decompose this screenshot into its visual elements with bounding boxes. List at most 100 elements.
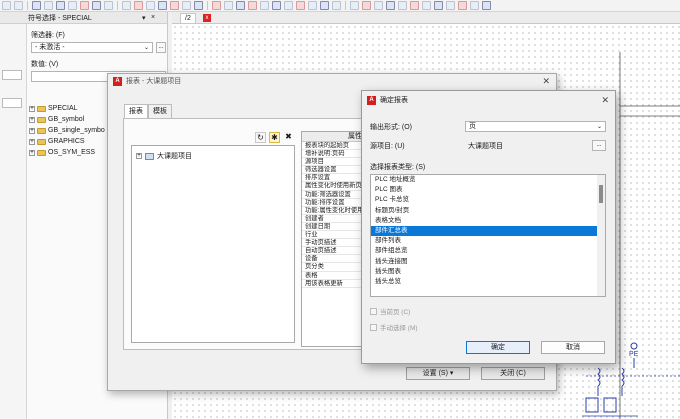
expand-icon[interactable]: + [136, 153, 142, 159]
toolbar-button[interactable] [422, 1, 431, 10]
property-row[interactable]: 行业 [302, 231, 364, 240]
toolbar-button[interactable] [398, 1, 407, 10]
toolbar-button[interactable] [68, 1, 77, 10]
tree-item[interactable]: + GB_symbol [29, 114, 105, 125]
toolbar-button[interactable] [260, 1, 269, 10]
list-item[interactable]: 插头图表 [371, 267, 597, 277]
list-item[interactable]: 插头连接图 [371, 257, 597, 267]
property-row[interactable]: 手动页描述 [302, 239, 364, 248]
list-item[interactable]: 部件列表 [371, 236, 597, 246]
close-icon[interactable]: ✕ [542, 76, 550, 87]
property-row[interactable]: 页分类 [302, 263, 364, 272]
toolbar-button[interactable] [146, 1, 155, 10]
list-item[interactable]: PLC 地址概览 [371, 175, 597, 185]
output-form-select[interactable]: 页 ⌄ [465, 121, 606, 132]
delete-icon[interactable]: ✖ [283, 132, 294, 143]
toolbar-button[interactable] [104, 1, 113, 10]
tree-item[interactable]: + GB_single_symbo [29, 125, 105, 136]
toolbar-button[interactable] [470, 1, 479, 10]
panel-close-icon[interactable]: × [151, 14, 155, 21]
toolbar-button[interactable] [92, 1, 101, 10]
list-item[interactable]: 标题页/封页 [371, 206, 597, 216]
toolbar-button[interactable] [44, 1, 53, 10]
toolbar-button[interactable] [350, 1, 359, 10]
new-report-icon[interactable]: ✱ [269, 132, 280, 143]
property-row[interactable]: 表格 [302, 271, 364, 280]
tab-reports[interactable]: 报表 [124, 104, 148, 118]
expand-icon[interactable]: + [29, 149, 35, 156]
toolbar-button[interactable] [56, 1, 65, 10]
property-row[interactable]: 自动页描述 [302, 247, 364, 256]
current-page-checkbox[interactable]: 当前页 (C) [370, 306, 410, 316]
toolbar-button[interactable] [14, 1, 23, 10]
expand-icon[interactable]: + [29, 116, 35, 123]
property-row[interactable]: 功能:属性变化时使用 [302, 206, 364, 215]
toolbar-button[interactable] [224, 1, 233, 10]
toolbar-button[interactable] [272, 1, 281, 10]
list-item[interactable]: PLC 卡总览 [371, 195, 597, 205]
tab-close-icon[interactable]: x [203, 14, 211, 22]
refresh-icon[interactable]: ↻ [255, 132, 266, 143]
cancel-button[interactable]: 取消 [541, 341, 605, 354]
property-row[interactable]: 功能:筛选器设置 [302, 190, 364, 199]
toolbar-button[interactable] [374, 1, 383, 10]
toolbar-button[interactable] [458, 1, 467, 10]
side-strip-button[interactable] [2, 70, 22, 80]
tree-item[interactable]: + OS_SYM_ESS [29, 147, 105, 158]
property-row[interactable]: 筛选器设置 [302, 166, 364, 175]
property-row[interactable]: 用该表格更新 [302, 279, 364, 288]
toolbar-button[interactable] [320, 1, 329, 10]
toolbar-button[interactable] [362, 1, 371, 10]
toolbar-button[interactable] [134, 1, 143, 10]
property-row[interactable]: 功能:排序设置 [302, 198, 364, 207]
toolbar-button[interactable] [308, 1, 317, 10]
scrollbar-thumb[interactable] [599, 185, 603, 203]
manual-select-checkbox[interactable]: 手动选择 (M) [370, 322, 418, 332]
toolbar-button[interactable] [284, 1, 293, 10]
list-item-selected[interactable]: 部件汇总表 [371, 225, 597, 237]
toolbar-button[interactable] [482, 1, 491, 10]
side-strip-button[interactable] [2, 98, 22, 108]
ok-button[interactable]: 确定 [466, 341, 530, 354]
filter-dots-button[interactable]: ... [156, 42, 166, 53]
tree-item-project[interactable]: + 大课题项目 [136, 151, 192, 161]
toolbar-button[interactable] [386, 1, 395, 10]
list-item[interactable]: PLC 图表 [371, 185, 597, 195]
toolbar-button[interactable] [122, 1, 131, 10]
tree-item[interactable]: + SPECIAL [29, 103, 105, 114]
tab-templates[interactable]: 模板 [148, 104, 172, 118]
close-icon[interactable]: ✕ [601, 95, 609, 106]
toolbar-button[interactable] [212, 1, 221, 10]
toolbar-button[interactable] [410, 1, 419, 10]
toolbar-button[interactable] [158, 1, 167, 10]
property-row[interactable]: 属性变化时使用新页 [302, 182, 364, 191]
canvas-tab[interactable]: /2 [180, 13, 196, 23]
toolbar-button[interactable] [32, 1, 41, 10]
property-row[interactable]: 创建日期 [302, 222, 364, 232]
filter-combobox[interactable]: - 未激活 - ⌄ [31, 42, 153, 53]
close-button[interactable]: 关闭 (C) [481, 367, 545, 380]
toolbar-button[interactable] [332, 1, 341, 10]
list-item[interactable]: 部件组总览 [371, 246, 597, 256]
property-row[interactable]: 创建者 [302, 214, 364, 223]
toolbar-button[interactable] [2, 1, 11, 10]
list-item[interactable]: 插头总览 [371, 277, 597, 287]
toolbar-button[interactable] [170, 1, 179, 10]
toolbar-button[interactable] [434, 1, 443, 10]
expand-icon[interactable]: + [29, 105, 35, 112]
toolbar-button[interactable] [80, 1, 89, 10]
property-row[interactable]: 排序设置 [302, 174, 364, 183]
checkbox-box[interactable] [370, 307, 377, 315]
property-row[interactable]: 设备 [302, 255, 364, 264]
property-row[interactable]: 源项目 [302, 158, 364, 167]
scrollbar[interactable] [597, 175, 605, 296]
source-dots-button[interactable]: ... [592, 140, 606, 151]
toolbar-button[interactable] [182, 1, 191, 10]
checkbox-box[interactable] [370, 323, 377, 331]
toolbar-button[interactable] [236, 1, 245, 10]
property-row[interactable]: 增补说明:页码 [302, 150, 364, 159]
list-item[interactable]: 表格文档 [371, 216, 597, 226]
tree-item[interactable]: + GRAPHICS [29, 136, 105, 147]
settings-button[interactable]: 设置 (S) ▾ [406, 367, 470, 380]
panel-pin-icon[interactable]: ▾ [142, 14, 146, 22]
